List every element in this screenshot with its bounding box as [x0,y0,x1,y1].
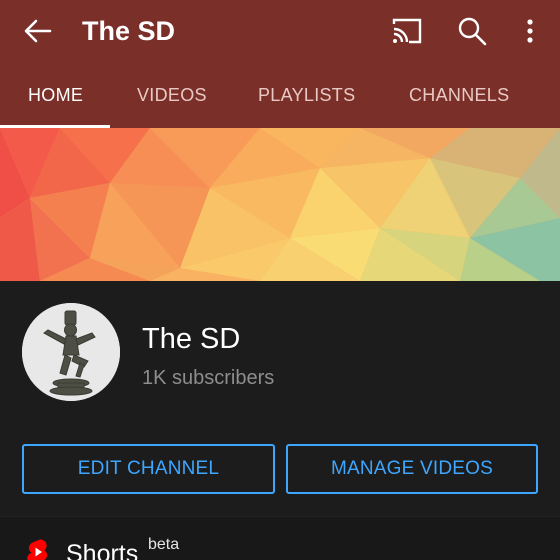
search-icon[interactable] [455,14,489,48]
channel-banner [0,128,560,281]
edit-channel-button[interactable]: EDIT CHANNEL [22,444,275,494]
shorts-section-header: Shorts beta [0,516,560,560]
subscriber-count: 1K subscribers [142,367,275,389]
tab-channels[interactable]: CHANNELS [409,62,509,128]
channel-title: The SD [82,16,176,46]
back-arrow-icon[interactable] [20,14,56,48]
beta-badge: beta [148,536,180,553]
cast-icon[interactable] [390,15,424,47]
more-vert-icon[interactable] [516,14,544,48]
tab-playlists[interactable]: PLAYLISTS [258,62,355,128]
manage-videos-button[interactable]: MANAGE VIDEOS [286,444,538,494]
avatar[interactable] [22,303,120,401]
dancing-statue-image [22,303,120,401]
shorts-title: Shorts [66,540,139,560]
tab-home[interactable]: HOME [28,62,83,128]
channel-header: The SD 1K subscribers EDIT CHANNEL MANAG… [0,281,560,516]
tab-videos[interactable]: VIDEOS [137,62,207,128]
channel-tabs: HOME VIDEOS PLAYLISTS CHANNELS [0,62,560,128]
shorts-logo-icon [27,539,48,560]
channel-name: The SD [142,323,241,355]
app-bar: The SD [0,0,560,62]
